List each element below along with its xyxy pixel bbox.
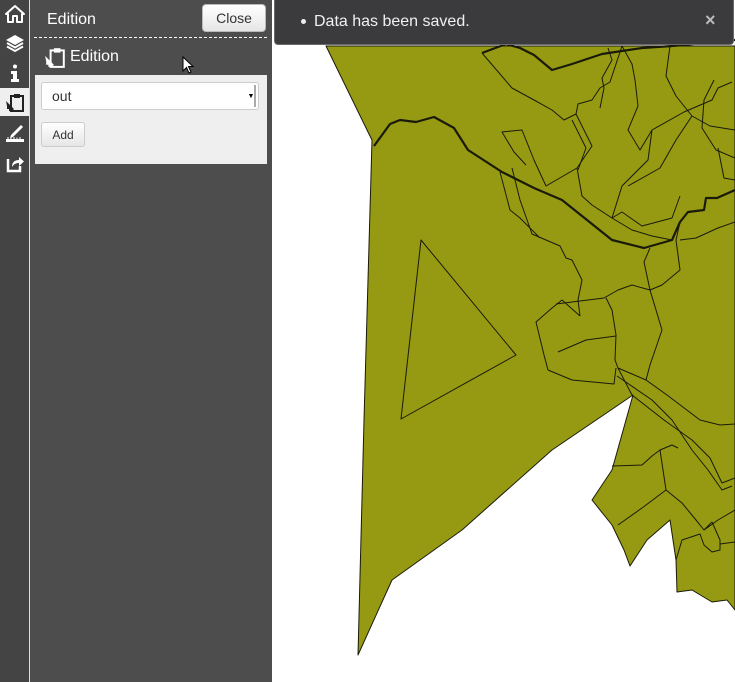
app-window: Edition Close Edition out ▼ Add Data has… <box>0 0 735 682</box>
map-svg[interactable] <box>272 0 735 682</box>
bullet-icon <box>301 19 306 24</box>
layer-select-value: out <box>52 88 72 104</box>
dock-title: Edition <box>47 11 96 28</box>
subheader-label: Edition <box>70 48 119 65</box>
mouse-cursor-icon <box>182 56 194 74</box>
edition-dock-panel: Edition Close Edition out ▼ Add <box>30 0 272 682</box>
edition-form: out ▼ Add <box>35 75 267 164</box>
toolbar-layers-button[interactable] <box>0 29 29 57</box>
notification-message: Data has been saved. <box>314 13 470 30</box>
home-icon <box>4 5 25 23</box>
layers-icon <box>5 35 24 53</box>
share-icon <box>6 157 24 173</box>
toolbar-info-button[interactable] <box>0 59 29 87</box>
toolbar-measure-button[interactable] <box>0 119 29 147</box>
add-button[interactable]: Add <box>41 122 85 147</box>
layer-select[interactable]: out ▼ <box>41 82 259 110</box>
measure-ruler-icon <box>5 125 24 142</box>
edition-clipboard-icon <box>5 94 24 112</box>
left-toolbar <box>0 0 29 682</box>
toolbar-edition-button[interactable] <box>0 88 29 116</box>
close-notification-icon[interactable]: × <box>705 10 716 31</box>
toolbar-share-button[interactable] <box>0 149 29 177</box>
dock-divider <box>34 37 267 38</box>
edition-clipboard-icon <box>45 48 65 68</box>
notification-banner: Data has been saved. × <box>274 0 734 45</box>
map-canvas[interactable] <box>272 0 735 682</box>
info-icon <box>10 64 19 82</box>
edition-subheader: Edition <box>44 46 119 68</box>
close-dock-button[interactable]: Close <box>202 4 266 32</box>
toolbar-home-button[interactable] <box>0 0 29 28</box>
chevron-down-icon: ▼ <box>248 85 256 107</box>
map-feature-polygon <box>325 45 735 656</box>
